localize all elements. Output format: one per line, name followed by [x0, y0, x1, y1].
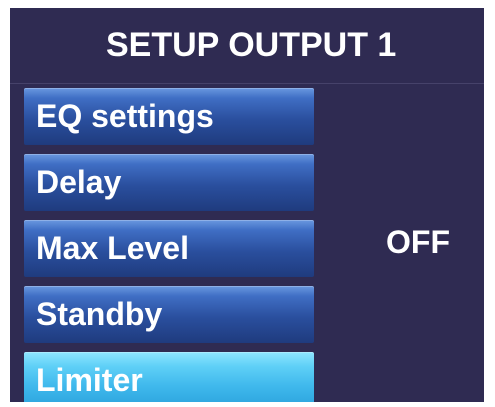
page-title: SETUP OUTPUT 1 — [106, 26, 397, 64]
menu-item-limiter[interactable]: Limiter — [24, 352, 314, 402]
menu-item-standby[interactable]: Standby — [24, 286, 314, 343]
setup-output-screen: SETUP OUTPUT 1 EQ settings Delay Max Lev… — [10, 8, 484, 402]
menu-item-label: EQ settings — [36, 98, 214, 134]
menu-item-max-level[interactable]: Max Level — [24, 220, 314, 277]
menu-item-eq-settings[interactable]: EQ settings — [24, 88, 314, 145]
menu-item-label: Standby — [36, 296, 163, 332]
limiter-value: OFF — [386, 224, 450, 260]
menu-item-delay[interactable]: Delay — [24, 154, 314, 211]
menu-item-label: Max Level — [36, 230, 189, 266]
menu-item-label: Limiter — [36, 362, 143, 398]
menu-item-label: Delay — [36, 164, 122, 200]
header-divider — [10, 83, 484, 84]
header: SETUP OUTPUT 1 — [10, 8, 484, 80]
